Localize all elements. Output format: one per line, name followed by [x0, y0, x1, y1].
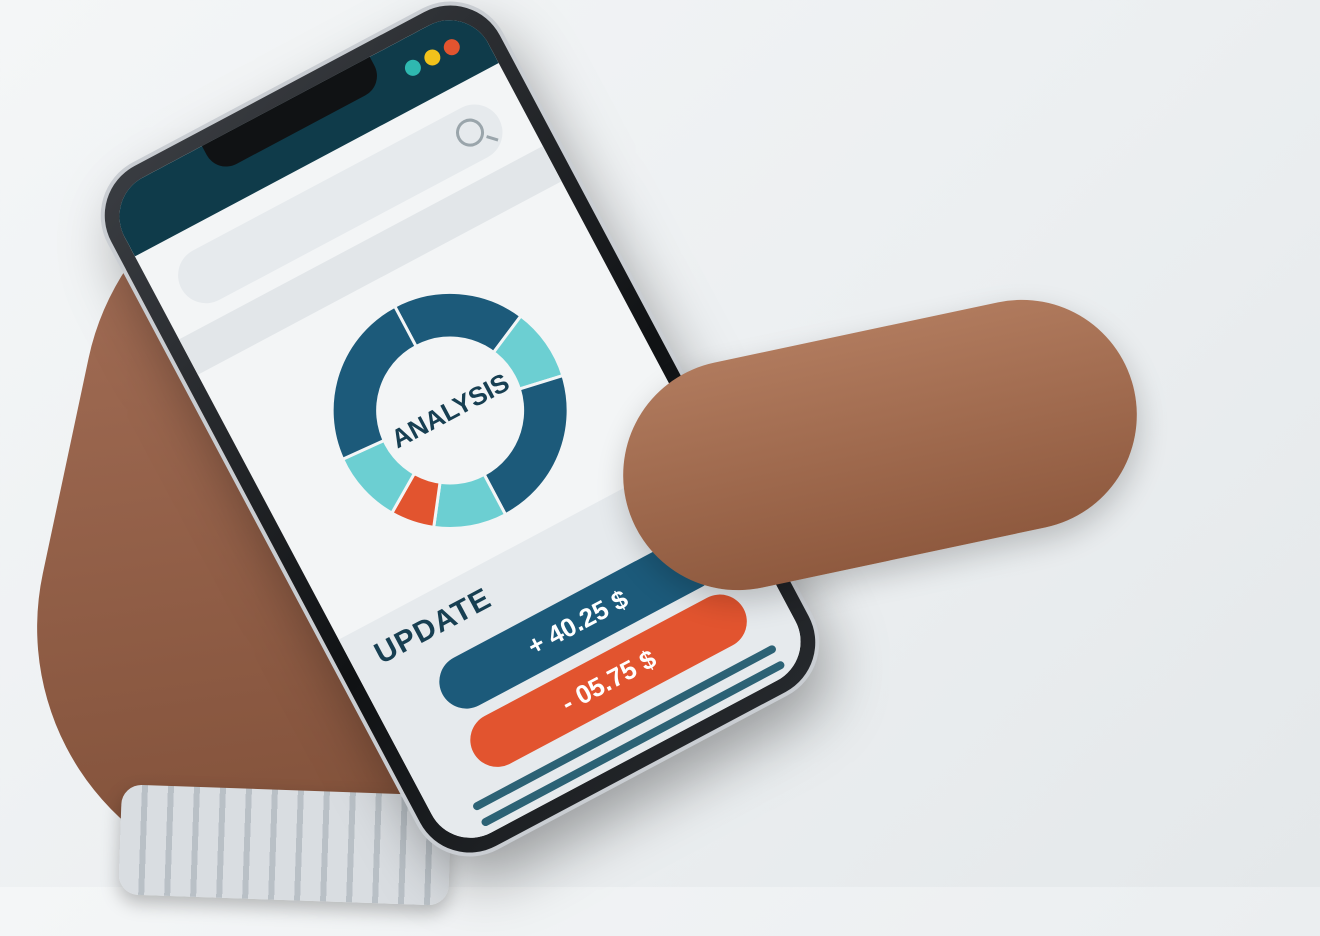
search-icon[interactable]: [451, 113, 489, 152]
wrist-watch: [118, 784, 452, 906]
status-dot: [421, 46, 444, 69]
status-dots: [402, 36, 463, 79]
photo-scene: ANALYSIS UPDATE + 40.25 $ - 05.75 $: [0, 0, 1320, 936]
right-thumb: [601, 278, 1159, 612]
status-dot: [402, 57, 424, 79]
status-dot: [440, 36, 463, 58]
